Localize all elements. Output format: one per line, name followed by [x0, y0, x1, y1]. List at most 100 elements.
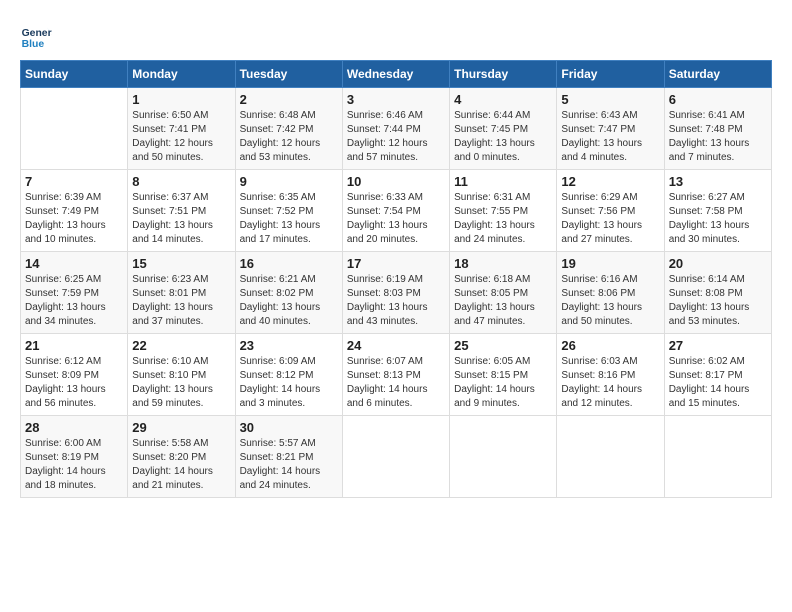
day-info: Sunrise: 6:16 AM Sunset: 8:06 PM Dayligh…: [561, 273, 659, 329]
day-number: 30: [240, 420, 338, 435]
day-info: Sunrise: 6:18 AM Sunset: 8:05 PM Dayligh…: [454, 273, 552, 329]
calendar-cell: 19 Sunrise: 6:16 AM Sunset: 8:06 PM Dayli…: [557, 252, 664, 334]
day-info: Sunrise: 6:31 AM Sunset: 7:55 PM Dayligh…: [454, 191, 552, 247]
page-header: General Blue: [20, 20, 772, 52]
calendar-cell: 14 Sunrise: 6:25 AM Sunset: 7:59 PM Dayli…: [21, 252, 128, 334]
day-info: Sunrise: 6:37 AM Sunset: 7:51 PM Dayligh…: [132, 191, 230, 247]
calendar-cell: 16 Sunrise: 6:21 AM Sunset: 8:02 PM Dayli…: [235, 252, 342, 334]
day-info: Sunrise: 6:10 AM Sunset: 8:10 PM Dayligh…: [132, 355, 230, 411]
calendar-cell: 7 Sunrise: 6:39 AM Sunset: 7:49 PM Daylig…: [21, 170, 128, 252]
calendar-cell: 21 Sunrise: 6:12 AM Sunset: 8:09 PM Dayli…: [21, 334, 128, 416]
calendar-cell: 26 Sunrise: 6:03 AM Sunset: 8:16 PM Dayli…: [557, 334, 664, 416]
day-info: Sunrise: 6:19 AM Sunset: 8:03 PM Dayligh…: [347, 273, 445, 329]
column-header-friday: Friday: [557, 61, 664, 88]
day-number: 18: [454, 256, 552, 271]
day-info: Sunrise: 6:25 AM Sunset: 7:59 PM Dayligh…: [25, 273, 123, 329]
calendar-week-row: 21 Sunrise: 6:12 AM Sunset: 8:09 PM Dayli…: [21, 334, 772, 416]
day-number: 4: [454, 92, 552, 107]
calendar-cell: 29 Sunrise: 5:58 AM Sunset: 8:20 PM Dayli…: [128, 416, 235, 498]
day-number: 12: [561, 174, 659, 189]
day-number: 25: [454, 338, 552, 353]
day-number: 20: [669, 256, 767, 271]
calendar-cell: 12Sunrise: 6:29 AM Sunset: 7:56 PM Dayli…: [557, 170, 664, 252]
day-info: Sunrise: 6:39 AM Sunset: 7:49 PM Dayligh…: [25, 191, 123, 247]
calendar-cell: 8 Sunrise: 6:37 AM Sunset: 7:51 PM Daylig…: [128, 170, 235, 252]
day-number: 19: [561, 256, 659, 271]
calendar-cell: 22Sunrise: 6:10 AM Sunset: 8:10 PM Dayli…: [128, 334, 235, 416]
calendar-cell: 24 Sunrise: 6:07 AM Sunset: 8:13 PM Dayli…: [342, 334, 449, 416]
calendar-cell: [450, 416, 557, 498]
day-info: Sunrise: 6:03 AM Sunset: 8:16 PM Dayligh…: [561, 355, 659, 411]
day-number: 2: [240, 92, 338, 107]
day-number: 15: [132, 256, 230, 271]
day-number: 8: [132, 174, 230, 189]
calendar-week-row: 14 Sunrise: 6:25 AM Sunset: 7:59 PM Dayli…: [21, 252, 772, 334]
calendar-week-row: 28 Sunrise: 6:00 AM Sunset: 8:19 PM Dayli…: [21, 416, 772, 498]
column-header-thursday: Thursday: [450, 61, 557, 88]
calendar-header-row: SundayMondayTuesdayWednesdayThursdayFrid…: [21, 61, 772, 88]
day-number: 28: [25, 420, 123, 435]
calendar-cell: [342, 416, 449, 498]
day-info: Sunrise: 6:07 AM Sunset: 8:13 PM Dayligh…: [347, 355, 445, 411]
svg-text:General: General: [22, 28, 52, 39]
day-info: Sunrise: 6:27 AM Sunset: 7:58 PM Dayligh…: [669, 191, 767, 247]
day-info: Sunrise: 6:33 AM Sunset: 7:54 PM Dayligh…: [347, 191, 445, 247]
day-number: 13: [669, 174, 767, 189]
day-info: Sunrise: 6:09 AM Sunset: 8:12 PM Dayligh…: [240, 355, 338, 411]
day-info: Sunrise: 6:02 AM Sunset: 8:17 PM Dayligh…: [669, 355, 767, 411]
day-info: Sunrise: 6:14 AM Sunset: 8:08 PM Dayligh…: [669, 273, 767, 329]
calendar-cell: 3 Sunrise: 6:46 AM Sunset: 7:44 PM Daylig…: [342, 88, 449, 170]
day-number: 11: [454, 174, 552, 189]
day-info: Sunrise: 6:00 AM Sunset: 8:19 PM Dayligh…: [25, 437, 123, 493]
calendar-cell: 30 Sunrise: 5:57 AM Sunset: 8:21 PM Dayli…: [235, 416, 342, 498]
day-number: 27: [669, 338, 767, 353]
calendar-cell: 1Sunrise: 6:50 AM Sunset: 7:41 PM Daylig…: [128, 88, 235, 170]
day-number: 24: [347, 338, 445, 353]
column-header-tuesday: Tuesday: [235, 61, 342, 88]
calendar-cell: 10 Sunrise: 6:33 AM Sunset: 7:54 PM Dayli…: [342, 170, 449, 252]
svg-text:Blue: Blue: [22, 39, 45, 50]
day-info: Sunrise: 5:57 AM Sunset: 8:21 PM Dayligh…: [240, 437, 338, 493]
calendar-cell: 18 Sunrise: 6:18 AM Sunset: 8:05 PM Dayli…: [450, 252, 557, 334]
logo: General Blue: [20, 20, 56, 52]
column-header-monday: Monday: [128, 61, 235, 88]
day-number: 17: [347, 256, 445, 271]
calendar-week-row: 7 Sunrise: 6:39 AM Sunset: 7:49 PM Daylig…: [21, 170, 772, 252]
day-number: 29: [132, 420, 230, 435]
day-info: Sunrise: 6:05 AM Sunset: 8:15 PM Dayligh…: [454, 355, 552, 411]
day-number: 9: [240, 174, 338, 189]
day-info: Sunrise: 6:23 AM Sunset: 8:01 PM Dayligh…: [132, 273, 230, 329]
calendar-cell: 5Sunrise: 6:43 AM Sunset: 7:47 PM Daylig…: [557, 88, 664, 170]
column-header-sunday: Sunday: [21, 61, 128, 88]
day-info: Sunrise: 5:58 AM Sunset: 8:20 PM Dayligh…: [132, 437, 230, 493]
day-info: Sunrise: 6:46 AM Sunset: 7:44 PM Dayligh…: [347, 109, 445, 165]
calendar-cell: 20 Sunrise: 6:14 AM Sunset: 8:08 PM Dayli…: [664, 252, 771, 334]
column-header-saturday: Saturday: [664, 61, 771, 88]
day-number: 16: [240, 256, 338, 271]
day-number: 6: [669, 92, 767, 107]
day-info: Sunrise: 6:12 AM Sunset: 8:09 PM Dayligh…: [25, 355, 123, 411]
day-number: 14: [25, 256, 123, 271]
calendar-cell: 11 Sunrise: 6:31 AM Sunset: 7:55 PM Dayli…: [450, 170, 557, 252]
day-info: Sunrise: 6:43 AM Sunset: 7:47 PM Dayligh…: [561, 109, 659, 165]
calendar-cell: 9 Sunrise: 6:35 AM Sunset: 7:52 PM Daylig…: [235, 170, 342, 252]
day-number: 26: [561, 338, 659, 353]
day-number: 21: [25, 338, 123, 353]
calendar-cell: 4 Sunrise: 6:44 AM Sunset: 7:45 PM Daylig…: [450, 88, 557, 170]
calendar-cell: [557, 416, 664, 498]
column-header-wednesday: Wednesday: [342, 61, 449, 88]
calendar-cell: [664, 416, 771, 498]
day-info: Sunrise: 6:44 AM Sunset: 7:45 PM Dayligh…: [454, 109, 552, 165]
calendar-cell: 2Sunrise: 6:48 AM Sunset: 7:42 PM Daylig…: [235, 88, 342, 170]
calendar-cell: 15 Sunrise: 6:23 AM Sunset: 8:01 PM Dayli…: [128, 252, 235, 334]
day-number: 7: [25, 174, 123, 189]
logo-icon: General Blue: [20, 20, 52, 52]
calendar-table: SundayMondayTuesdayWednesdayThursdayFrid…: [20, 60, 772, 498]
day-info: Sunrise: 6:35 AM Sunset: 7:52 PM Dayligh…: [240, 191, 338, 247]
day-number: 3: [347, 92, 445, 107]
day-number: 23: [240, 338, 338, 353]
day-info: Sunrise: 6:21 AM Sunset: 8:02 PM Dayligh…: [240, 273, 338, 329]
calendar-cell: 28 Sunrise: 6:00 AM Sunset: 8:19 PM Dayli…: [21, 416, 128, 498]
day-info: Sunrise: 6:41 AM Sunset: 7:48 PM Dayligh…: [669, 109, 767, 165]
day-number: 10: [347, 174, 445, 189]
